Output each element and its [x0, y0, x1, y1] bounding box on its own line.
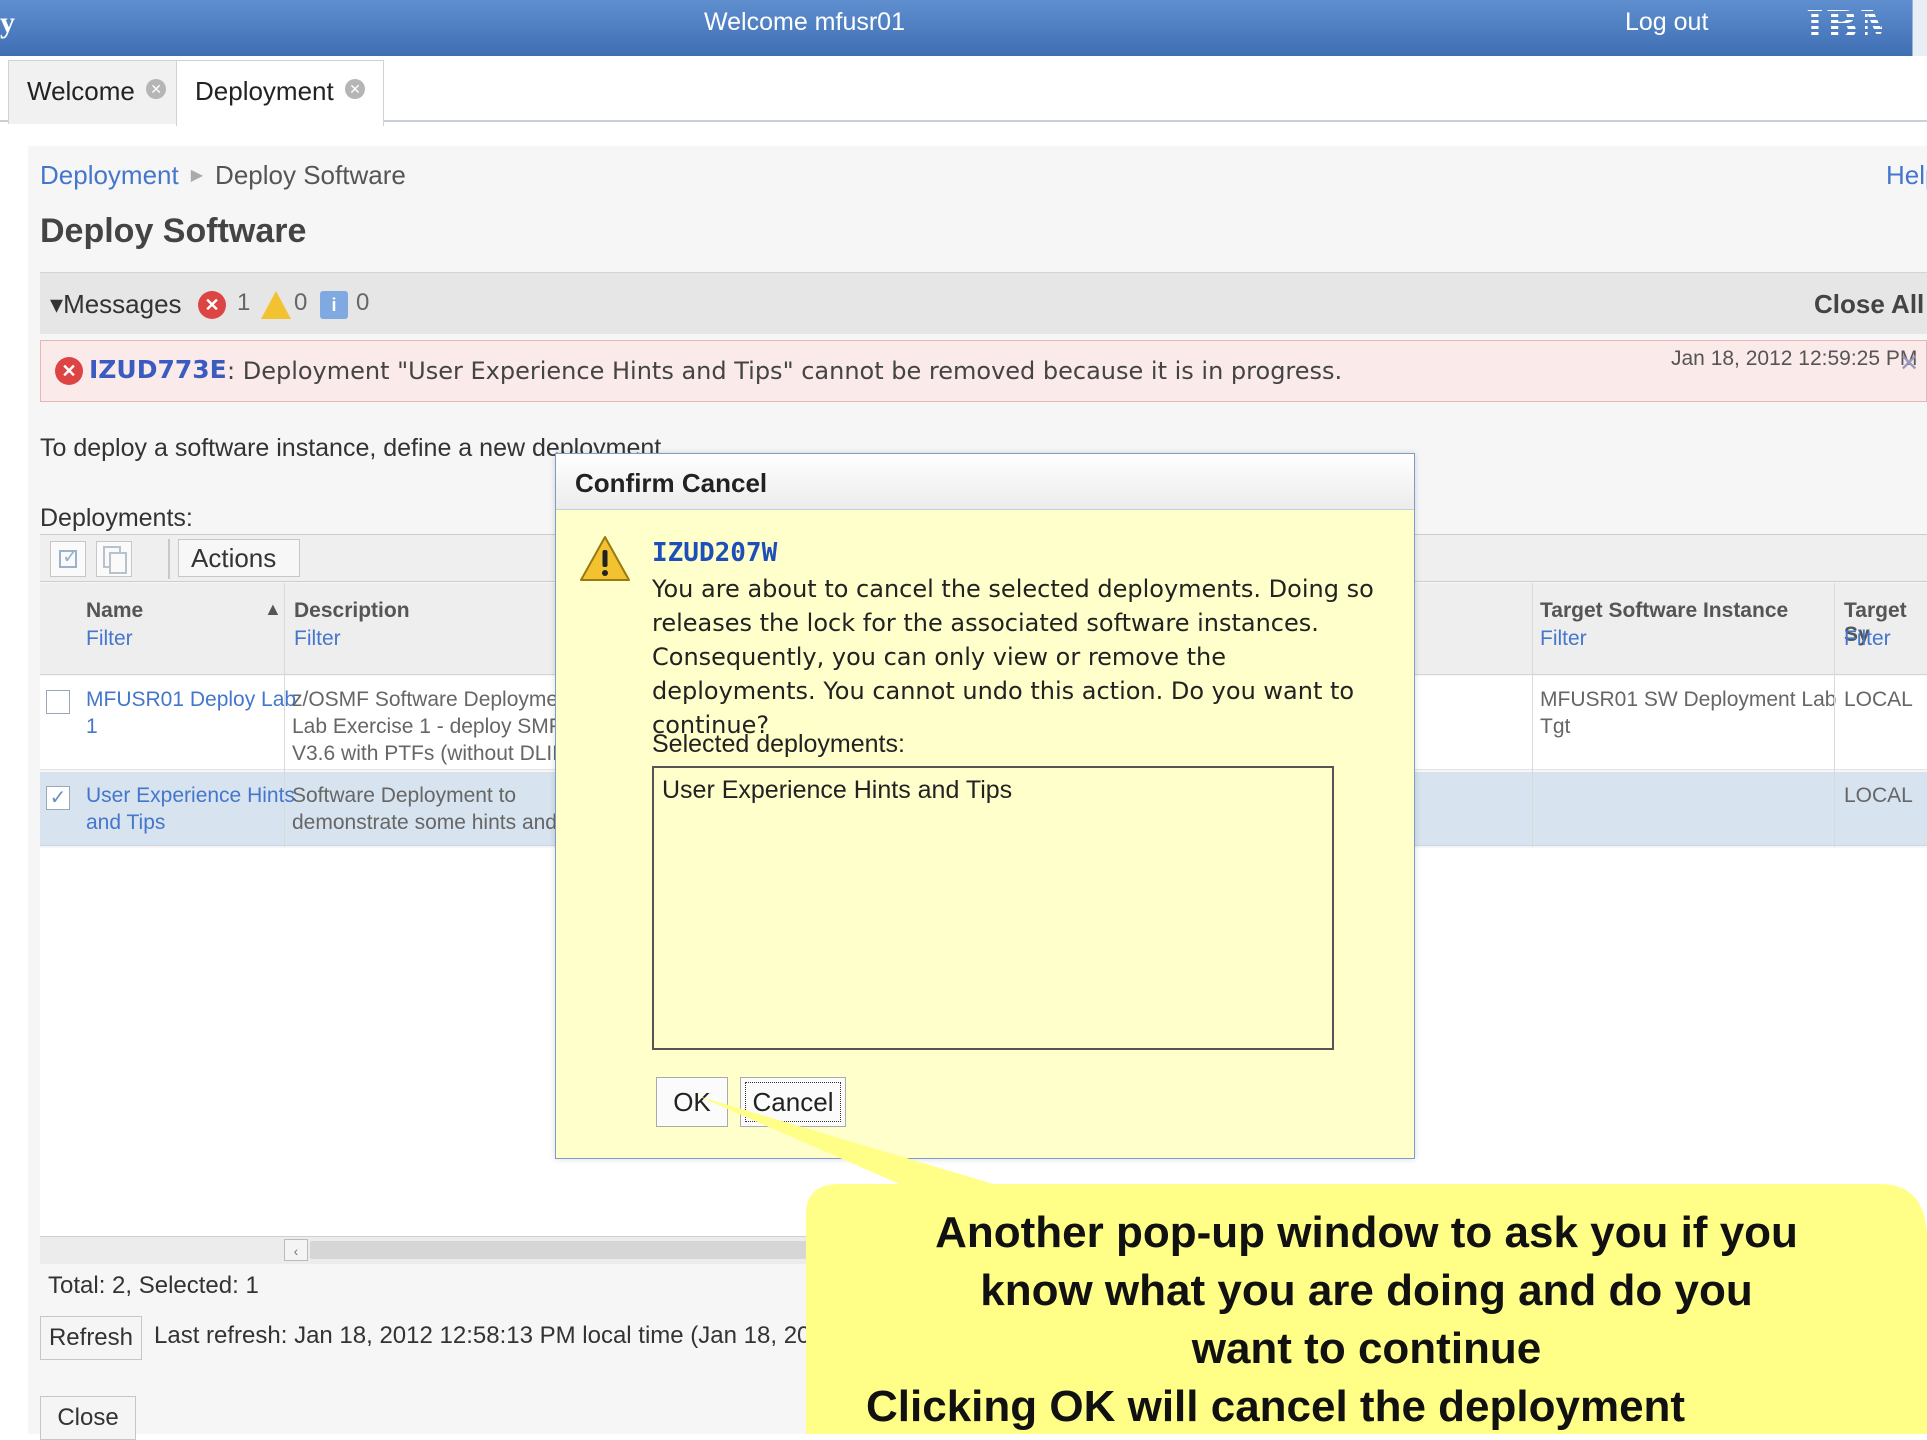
target-software-instance: MFUSR01 SW Deployment Lab Tgt [1540, 688, 1837, 738]
window-scrollbar[interactable] [1912, 0, 1927, 56]
column-separator [284, 583, 285, 847]
selected-deployments-list[interactable]: User Experience Hints and Tips [652, 766, 1334, 1050]
info-icon: i [320, 291, 348, 319]
brand-fragment: y [0, 6, 15, 39]
column-separator [1532, 583, 1533, 847]
welcome-text: Welcome mfusr01 [704, 8, 905, 36]
message-code-link[interactable]: IZUD773E [89, 355, 227, 384]
column-header-description[interactable]: Description [294, 599, 410, 623]
top-banner: y Welcome mfusr01 Log out IBM [0, 0, 1927, 56]
info-count: 0 [356, 289, 370, 316]
actions-menu-button[interactable]: Actions ▼ [178, 539, 300, 607]
scrollbar-thumb[interactable] [310, 1241, 850, 1259]
warning-count: 0 [294, 289, 308, 316]
deselect-all-icon[interactable] [96, 541, 132, 577]
dismiss-message-icon[interactable]: ✕ [1899, 349, 1919, 378]
callout-line-2: know what you are doing and do you [980, 1266, 1753, 1315]
callout-line-3: want to continue [1191, 1324, 1542, 1373]
message-date: Jan 18, 2012 12:59:25 PM [1671, 347, 1918, 370]
list-item[interactable]: User Experience Hints and Tips [662, 776, 1012, 805]
tab-bar: Welcome ✕ Deployment ✕ [0, 56, 1927, 126]
select-all-icon[interactable]: ✓ [50, 541, 86, 577]
cancel-button[interactable]: Cancel [740, 1077, 846, 1127]
deployment-description: Software Deployment to demonstrate some h… [292, 784, 596, 834]
deployments-label: Deployments: [40, 504, 193, 532]
messages-bar: ▾Messages ✕ 1 0 i 0 Close All [40, 272, 1927, 334]
target-system: LOCAL [1844, 784, 1913, 807]
tab-welcome[interactable]: Welcome ✕ [8, 60, 186, 124]
error-count: 1 [237, 289, 251, 316]
confirm-cancel-dialog: Confirm Cancel IZUD207W You are about to… [555, 453, 1415, 1159]
ok-button[interactable]: OK [656, 1077, 728, 1127]
table-totals: Total: 2, Selected: 1 [48, 1272, 259, 1299]
message-text: : Deployment "User Experience Hints and … [227, 357, 1343, 385]
last-refresh-text: Last refresh: Jan 18, 2012 12:58:13 PM l… [154, 1322, 838, 1349]
focus-ring [745, 1082, 841, 1122]
warning-icon [580, 536, 630, 581]
refresh-button[interactable]: Refresh [40, 1316, 142, 1360]
deployment-description: z/OSMF Software Deployment Lab Exercise 1… [292, 688, 584, 765]
row-checkbox-checked[interactable]: ✓ [46, 786, 70, 810]
dialog-message: You are about to cancel the selected dep… [652, 575, 1374, 739]
toolbar-divider [168, 539, 170, 579]
dialog-header: Confirm Cancel [556, 454, 1414, 510]
tab-deployment[interactable]: Deployment ✕ [176, 60, 384, 126]
selected-deployments-label: Selected deployments: [652, 730, 905, 758]
filter-name-link[interactable]: Filter [86, 627, 133, 651]
error-icon: ✕ [198, 291, 226, 319]
error-message: ✕ IZUD773E : Deployment "User Experience… [40, 340, 1927, 402]
filter-system-link[interactable]: Filter [1844, 627, 1891, 651]
row-checkbox[interactable] [46, 690, 70, 714]
close-button[interactable]: Close [40, 1396, 136, 1440]
callout-line-4: Clicking OK will cancel the deployment [866, 1382, 1686, 1431]
deployment-name-link[interactable]: User Experience Hints and Tips [86, 782, 295, 836]
close-circle-icon[interactable]: ✕ [344, 79, 365, 99]
tab-label: Welcome [27, 76, 135, 106]
messages-toggle[interactable]: ▾Messages [50, 289, 182, 320]
filter-description-link[interactable]: Filter [294, 627, 341, 651]
column-separator [1834, 583, 1835, 847]
column-header-target-software-instance[interactable]: Target Software Instance [1540, 599, 1788, 623]
logout-link[interactable]: Log out [1625, 8, 1708, 37]
close-circle-icon[interactable]: ✕ [146, 79, 167, 99]
breadcrumb-current: Deploy Software [215, 160, 406, 190]
sort-ascending-icon[interactable]: ▲ [264, 599, 282, 620]
warning-icon [261, 291, 291, 319]
dialog-message-code: IZUD207W [652, 538, 778, 568]
breadcrumb-deployment[interactable]: Deployment [40, 160, 179, 190]
callout-line-1: Another pop-up window to ask you if you [935, 1208, 1798, 1257]
help-link[interactable]: Help [1886, 160, 1927, 191]
column-header-name[interactable]: Name [86, 599, 143, 623]
filter-target-link[interactable]: Filter [1540, 627, 1587, 651]
tab-label: Deployment [195, 76, 334, 106]
close-all-button[interactable]: Close All [1814, 289, 1924, 320]
scroll-left-arrow-icon[interactable]: ‹ [284, 1239, 308, 1261]
dialog-title: Confirm Cancel [575, 468, 768, 498]
ibm-logo: IBM [1806, 2, 1904, 47]
target-system: LOCAL [1844, 688, 1913, 711]
breadcrumb: Deployment ▶ Deploy Software [40, 160, 406, 191]
deployment-name-link[interactable]: MFUSR01 Deploy Lab 1 [86, 686, 296, 740]
page-title: Deploy Software [40, 212, 307, 250]
breadcrumb-separator-icon: ▶ [190, 167, 204, 184]
error-icon: ✕ [55, 357, 83, 385]
